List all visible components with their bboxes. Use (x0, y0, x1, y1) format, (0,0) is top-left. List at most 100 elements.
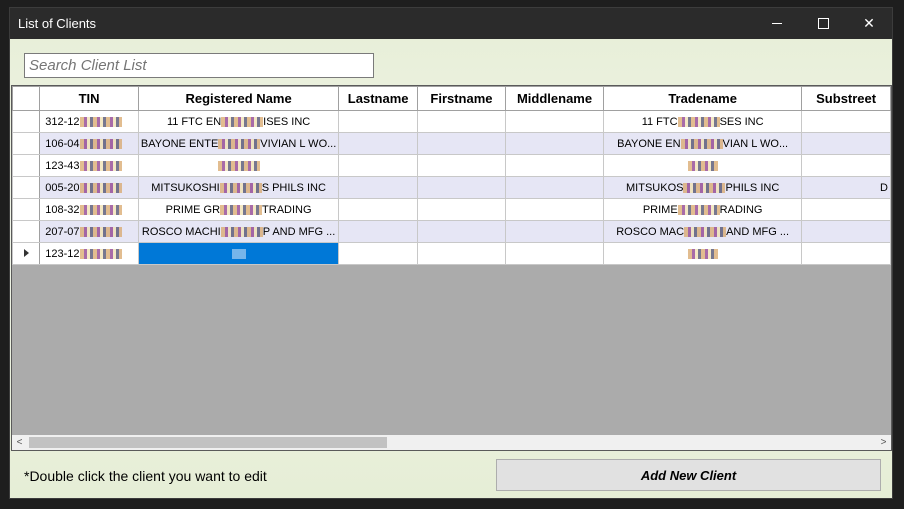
cell-lastname[interactable] (338, 154, 418, 177)
scroll-left-icon[interactable]: < (12, 435, 27, 450)
column-header-substreet[interactable]: Substreet (801, 86, 891, 111)
column-header-registered-name[interactable]: Registered Name (137, 86, 340, 111)
table-row[interactable]: 108-32 PRIME GR TRADING PRIME RADING (12, 198, 891, 221)
horizontal-scrollbar[interactable]: < > (12, 435, 891, 450)
cell-firstname[interactable] (417, 176, 506, 199)
cell-registered-name[interactable]: BAYONE ENTE VIVIAN L WO... (137, 132, 340, 155)
cell-tin[interactable]: 312-12 (39, 110, 139, 133)
cell-middlename[interactable] (504, 110, 605, 133)
tin-text: 207-07 (45, 225, 80, 238)
cell-substreet[interactable] (801, 198, 891, 221)
cell-firstname[interactable] (417, 110, 506, 133)
cell-registered-name[interactable]: 11 FTC EN ISES INC (137, 110, 340, 133)
table-row[interactable]: 312-12 11 FTC EN ISES INC 11 FTC SES INC (12, 110, 891, 133)
tin-text: 108-32 (45, 203, 80, 216)
cell-tradename[interactable]: MITSUKOS PHILS INC (603, 176, 803, 199)
cell-substreet[interactable] (801, 242, 891, 265)
cell-middlename[interactable] (504, 198, 605, 221)
row-header[interactable] (12, 132, 41, 155)
cell-lastname[interactable] (338, 176, 418, 199)
cell-tin[interactable]: 123-43 (39, 154, 139, 177)
clients-table: TIN Registered Name Lastname Firstname M… (12, 86, 891, 265)
table-row[interactable]: 123-12 (12, 242, 891, 265)
cell-substreet[interactable] (801, 220, 891, 243)
cell-tradename[interactable] (603, 242, 803, 265)
cell-firstname[interactable] (417, 220, 506, 243)
cell-lastname[interactable] (338, 220, 418, 243)
cell-firstname[interactable] (417, 242, 506, 265)
row-header[interactable] (12, 220, 41, 243)
cell-substreet[interactable] (801, 110, 891, 133)
redacted-block (79, 138, 122, 149)
clients-grid[interactable]: TIN Registered Name Lastname Firstname M… (11, 85, 892, 451)
cell-substreet[interactable]: D (801, 176, 891, 199)
search-input[interactable] (24, 53, 374, 78)
tin-text: 123-12 (45, 247, 80, 260)
cell-registered-name[interactable]: MITSUKOSHI S PHILS INC (137, 176, 340, 199)
scrollbar-thumb[interactable] (29, 437, 387, 448)
cell-middlename[interactable] (504, 132, 605, 155)
close-button[interactable]: ✕ (846, 8, 892, 39)
header-row: TIN Registered Name Lastname Firstname M… (12, 86, 891, 111)
cell-firstname[interactable] (417, 132, 506, 155)
cell-tradename[interactable]: PRIME RADING (603, 198, 803, 221)
cell-tin[interactable]: 106-04 (39, 132, 139, 155)
row-header[interactable] (12, 242, 41, 265)
maximize-button[interactable] (800, 8, 846, 39)
row-header[interactable] (12, 154, 41, 177)
cell-tin[interactable]: 123-12 (39, 242, 139, 265)
cell-substreet[interactable] (801, 132, 891, 155)
redacted-block (79, 160, 122, 171)
cell-tin[interactable]: 108-32 (39, 198, 139, 221)
cell-tin[interactable]: 005-20 (39, 176, 139, 199)
table-row[interactable]: 123-43 (12, 154, 891, 177)
cell-tradename[interactable]: 11 FTC SES INC (603, 110, 803, 133)
cell-lastname[interactable] (338, 132, 418, 155)
column-header-tin[interactable]: TIN (39, 86, 139, 111)
redacted-block (684, 226, 727, 237)
column-header-firstname[interactable]: Firstname (417, 86, 506, 111)
cell-registered-name[interactable] (137, 242, 340, 265)
minimize-button[interactable] (754, 8, 800, 39)
registered-name-text: PRIME GR (165, 203, 221, 216)
cell-tradename[interactable]: BAYONE EN VIAN L WO... (603, 132, 803, 155)
cell-lastname[interactable] (338, 110, 418, 133)
cell-substreet[interactable] (801, 154, 891, 177)
row-header[interactable] (12, 198, 41, 221)
cell-tin[interactable]: 207-07 (39, 220, 139, 243)
cell-tradename[interactable]: ROSCO MAC AND MFG ... (603, 220, 803, 243)
cell-tradename[interactable] (603, 154, 803, 177)
add-new-client-button[interactable]: Add New Client (496, 459, 881, 491)
cell-registered-name[interactable]: ROSCO MACHI P AND MFG ... (137, 220, 340, 243)
table-row[interactable]: 005-20 MITSUKOSHI S PHILS INC MITSUKOS PHILS… (12, 176, 891, 199)
cell-firstname[interactable] (417, 198, 506, 221)
redacted-block (677, 204, 720, 215)
redacted-block (79, 182, 122, 193)
cell-firstname[interactable] (417, 154, 506, 177)
registered-name-tail-text: S PHILS INC (261, 181, 326, 194)
registered-name-tail-text: TRADING (262, 203, 312, 216)
table-row[interactable]: 207-07 ROSCO MACHI P AND MFG ... ROSCO MAC A… (12, 220, 891, 243)
cell-middlename[interactable] (504, 220, 605, 243)
maximize-icon (817, 18, 829, 29)
cell-middlename[interactable] (504, 154, 605, 177)
scroll-right-icon[interactable]: > (876, 435, 891, 450)
cell-lastname[interactable] (338, 242, 418, 265)
row-header[interactable] (12, 176, 41, 199)
registered-name-text: BAYONE ENTE (140, 137, 219, 150)
title-bar: List of Clients ✕ (10, 8, 892, 39)
redacted-block (217, 160, 260, 171)
table-row[interactable]: 106-04 BAYONE ENTE VIVIAN L WO... BAYONE EN… (12, 132, 891, 155)
column-header-tradename[interactable]: Tradename (603, 86, 803, 111)
column-header-lastname[interactable]: Lastname (338, 86, 418, 111)
cell-registered-name[interactable] (137, 154, 340, 177)
cell-registered-name[interactable]: PRIME GR TRADING (137, 198, 340, 221)
tin-text: 312-12 (45, 115, 80, 128)
cell-middlename[interactable] (504, 242, 605, 265)
redacted-block (220, 204, 263, 215)
tin-text: 106-04 (45, 137, 80, 150)
cell-lastname[interactable] (338, 198, 418, 221)
column-header-middlename[interactable]: Middlename (504, 86, 605, 111)
cell-middlename[interactable] (504, 176, 605, 199)
row-header[interactable] (12, 110, 41, 133)
